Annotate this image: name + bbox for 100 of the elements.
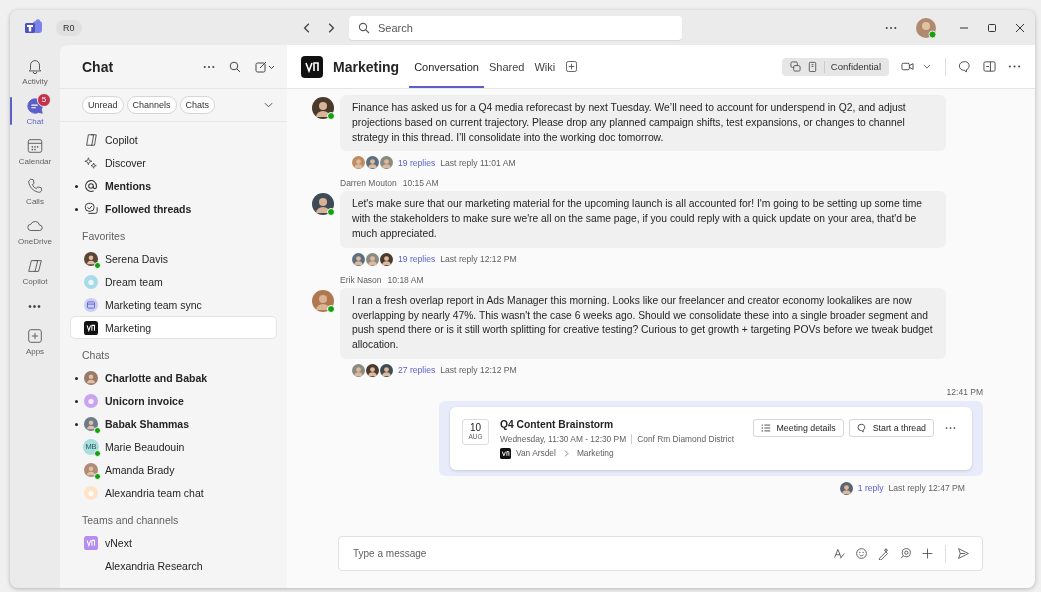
search-field[interactable]: Search: [349, 15, 682, 40]
filter-chip[interactable]: Chats: [179, 96, 216, 114]
filter-chip[interactable]: Unread: [82, 96, 124, 114]
format-icon[interactable]: [833, 547, 846, 560]
chat-list-item[interactable]: Mentions: [70, 174, 277, 197]
add-icon[interactable]: [921, 547, 934, 560]
chat-bubble-icon: [856, 422, 867, 433]
message-time: 10:18 AM: [387, 274, 424, 285]
rail-item[interactable]: Copilot: [10, 251, 60, 291]
meeting-details-button[interactable]: Meeting details: [752, 418, 844, 437]
search-icon[interactable]: [229, 60, 241, 73]
copilot-icon: [84, 132, 98, 147]
tab[interactable]: Shared: [483, 45, 530, 88]
loop-icon[interactable]: [899, 547, 912, 560]
chat-list-item[interactable]: Serena Davis: [70, 247, 277, 270]
send-icon[interactable]: [957, 547, 970, 560]
author-name: Darren Mouton: [340, 178, 397, 189]
person-avatar-icon: [366, 252, 379, 266]
sensitivity-text: Confidential: [830, 61, 881, 72]
rail-item[interactable]: Activity: [10, 51, 60, 91]
add-tab-icon[interactable]: [566, 61, 578, 72]
person-avatar-icon: [839, 481, 853, 495]
meeting-location: Conf Rm Diamond District: [637, 433, 734, 444]
chevron-down-icon[interactable]: [923, 64, 931, 69]
person-avatar-icon: [366, 156, 379, 170]
replies-link[interactable]: 19 replies: [398, 254, 436, 265]
sensitivity-label[interactable]: Confidential: [781, 57, 889, 76]
rail-item[interactable]: 5 Chat: [10, 91, 60, 131]
person-avatar-icon: [366, 363, 379, 377]
chat-list-item[interactable]: Amanda Brady: [70, 458, 277, 481]
sparkle-icon: [84, 155, 98, 170]
copy-icon: [789, 61, 801, 72]
chat-list-item[interactable]: Discover: [70, 151, 277, 174]
phone-icon: [26, 176, 44, 195]
person-avatar-icon: [380, 252, 393, 266]
person-avatar-icon: [352, 363, 365, 377]
chevron-down-icon[interactable]: [264, 102, 273, 108]
message-bubble: Finance has asked us for a Q4 media reforecast by next Tuesday. We’ll need to account for underspend in Q2, and adjust projections based on current trajectory. Please drop any planned campaign shifts, test expansions, or changes to channel strategy in this thread. I’ll consolidate into the working doc tomorrow.: [340, 95, 946, 152]
person-avatar-icon: [312, 97, 334, 119]
chat-list-item[interactable]: Dream team: [70, 270, 277, 293]
last-reply-time: Last reply 12:47 PM: [888, 483, 965, 494]
search-icon: [358, 21, 370, 34]
tab[interactable]: Wiki: [529, 45, 561, 88]
last-reply-time: Last reply 11:01 AM: [440, 157, 516, 168]
chat-list-item[interactable]: vNext: [70, 531, 277, 554]
more-icon[interactable]: [885, 25, 897, 30]
rail-item[interactable]: •••: [10, 291, 60, 321]
compose-icon[interactable]: [255, 60, 275, 73]
account-badge[interactable]: R0: [56, 19, 82, 36]
team-logo-icon: [500, 447, 511, 459]
chat-bubbles-icon[interactable]: [958, 60, 971, 73]
calendar-icon: [26, 136, 44, 155]
notification-badge: 5: [37, 93, 51, 107]
section-heading: Chats: [81, 348, 111, 363]
rail-item[interactable]: OneDrive: [10, 211, 60, 251]
message-time: 10:15 AM: [402, 178, 439, 189]
person-avatar-icon: [352, 252, 365, 266]
video-call-icon[interactable]: [901, 60, 914, 73]
mention-icon: [84, 178, 98, 193]
more-icon[interactable]: [945, 425, 956, 430]
maximize-icon[interactable]: [987, 22, 997, 33]
start-thread-button[interactable]: Start a thread: [848, 418, 934, 437]
last-reply-time: Last reply 12:12 PM: [440, 365, 517, 376]
chat-list-item[interactable]: Marketing team sync: [70, 293, 277, 316]
chat-list-item[interactable]: Charlotte and Babak: [70, 366, 277, 389]
chevron-right-icon: [563, 449, 569, 457]
replies-link[interactable]: 1 reply: [857, 483, 884, 494]
sparkle-pen-icon[interactable]: [877, 547, 890, 560]
chat-list-item[interactable]: Unicorn invoice: [70, 389, 277, 412]
channel-title: Marketing: [333, 58, 400, 75]
message-time: 12:41 PM: [946, 386, 983, 397]
meeting-title: Q4 Content Brainstorm: [500, 418, 615, 430]
channel-name: Marketing: [576, 448, 614, 459]
rail-item[interactable]: Calendar: [10, 131, 60, 171]
chat-list-item[interactable]: Followed threads: [70, 197, 277, 220]
chat-list-item[interactable]: Alexandria team chat: [70, 481, 277, 504]
filter-chip[interactable]: Channels: [126, 96, 177, 114]
clipboard-icon: [806, 61, 818, 72]
profile-avatar-icon[interactable]: [915, 16, 937, 39]
list-icon: [760, 422, 771, 433]
message-composer[interactable]: Type a message: [338, 536, 983, 571]
apps-icon: [26, 326, 44, 345]
person-avatar-icon: [312, 289, 334, 312]
close-icon[interactable]: [1015, 22, 1025, 33]
tab[interactable]: Conversation: [409, 45, 484, 88]
threads-icon: [84, 201, 98, 216]
replies-link[interactable]: 27 replies: [398, 365, 436, 376]
team-name: Van Arsdel: [516, 448, 556, 459]
chat-list-item[interactable]: Babak Shammas: [70, 412, 277, 435]
chat-list-item[interactable]: Copilot: [70, 128, 277, 151]
replies-link[interactable]: 19 replies: [398, 157, 436, 168]
pane-title: Chat: [82, 58, 114, 75]
emoji-icon[interactable]: [855, 547, 868, 560]
team-logo-icon: [301, 55, 323, 78]
chat-list-item[interactable]: Alexandria Research: [70, 554, 277, 577]
panel-icon[interactable]: [983, 60, 996, 73]
rail-item[interactable]: Apps: [10, 321, 60, 361]
chat-list-item[interactable]: Marketing: [70, 316, 277, 339]
last-reply-time: Last reply 12:12 PM: [440, 254, 517, 265]
rail-item[interactable]: Calls: [10, 171, 60, 211]
